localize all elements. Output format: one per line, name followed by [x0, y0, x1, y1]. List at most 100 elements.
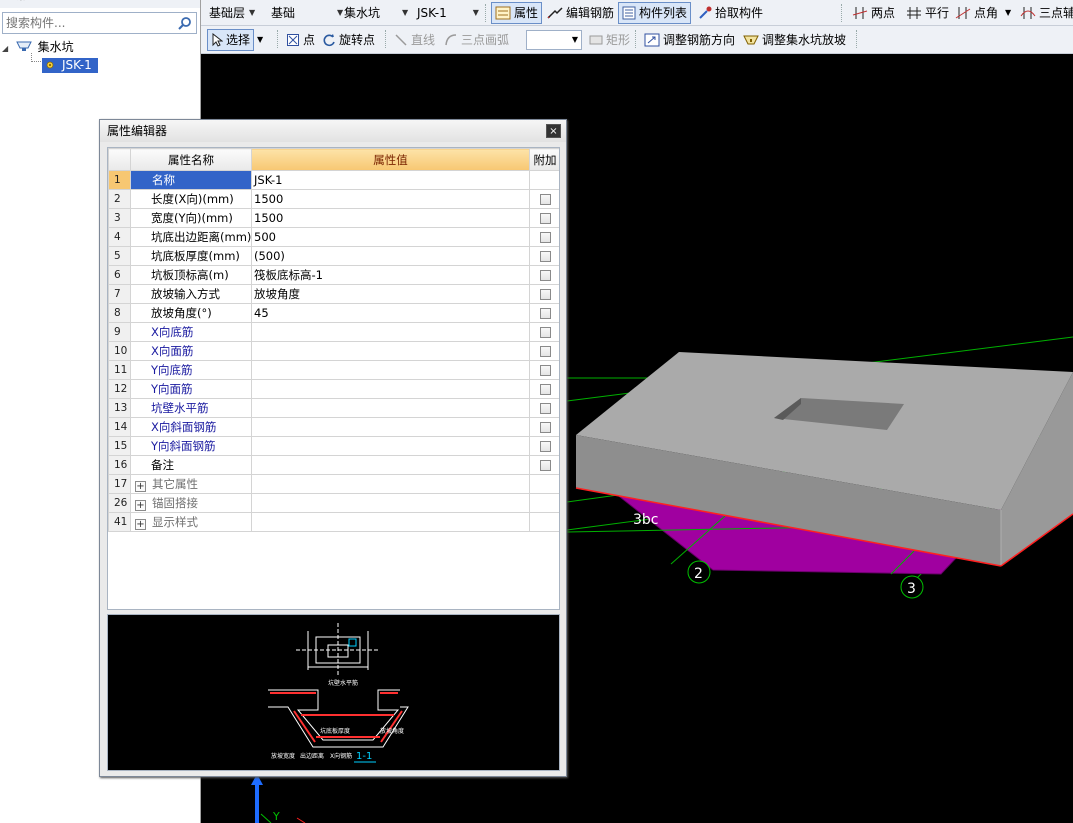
property-row[interactable]: 15 Y向斜面钢筋 — [108, 436, 559, 456]
property-name[interactable]: Y向面筋 — [130, 379, 252, 399]
floor-select[interactable]: 基础层 ▼ — [209, 0, 255, 25]
property-name[interactable]: 长度(X向)(mm) — [130, 189, 252, 209]
property-row[interactable]: 16 备注 — [108, 455, 559, 475]
search-box[interactable] — [2, 12, 197, 34]
property-value[interactable] — [251, 493, 530, 513]
select-button[interactable]: 选择 ▼ — [207, 26, 263, 53]
property-name[interactable]: Y向斜面钢筋 — [130, 436, 252, 456]
draw-mode-combo[interactable]: ▼ — [526, 26, 582, 53]
property-value[interactable]: 45 — [251, 303, 530, 323]
dialog-titlebar[interactable]: 属性编辑器 × — [100, 120, 566, 142]
property-row[interactable]: 14 X向斜面钢筋 — [108, 417, 559, 437]
property-row[interactable]: 1 名称 JSK-1 — [108, 170, 559, 190]
rectangle-button[interactable]: 矩形 — [586, 26, 633, 53]
property-row[interactable]: 6 坑板顶标高(m) 筏板底标高-1 — [108, 265, 559, 285]
extra-checkbox[interactable] — [539, 289, 551, 300]
rotate-point-button[interactable]: 旋转点 — [319, 26, 378, 53]
two-point-button[interactable]: 两点 — [849, 0, 898, 25]
property-value[interactable]: 筏板底标高-1 — [251, 265, 530, 285]
point-angle-button[interactable]: 点角 ▼ — [952, 0, 1014, 25]
property-value[interactable]: 1500 — [251, 208, 530, 228]
property-row[interactable]: 4 坑底出边距离(mm) 500 — [108, 227, 559, 247]
property-value[interactable] — [251, 455, 530, 475]
property-row[interactable]: 2 长度(X向)(mm) 1500 — [108, 189, 559, 209]
property-value[interactable]: 500 — [251, 227, 530, 247]
category-select[interactable]: 基础 ▼ — [271, 0, 343, 25]
search-icon[interactable] — [178, 16, 192, 30]
property-name[interactable]: X向底筋 — [130, 322, 252, 342]
pick-component-button[interactable]: 拾取构件 — [695, 0, 766, 25]
property-value[interactable] — [251, 322, 530, 342]
property-row[interactable]: 8 放坡角度(°) 45 — [108, 303, 559, 323]
property-name[interactable]: + 锚固搭接 — [130, 493, 252, 513]
adjust-rebar-dir-button[interactable]: 调整钢筋方向 — [641, 26, 738, 53]
property-value[interactable] — [251, 474, 530, 494]
properties-button[interactable]: 属性 — [491, 0, 543, 25]
extra-checkbox[interactable] — [539, 251, 551, 262]
property-name[interactable]: 坑底板厚度(mm) — [130, 246, 252, 266]
parallel-button[interactable]: 平行 — [903, 0, 952, 25]
expand-icon[interactable]: + — [135, 519, 146, 530]
name-column-header[interactable]: 属性名称 — [130, 148, 252, 171]
line-button[interactable]: 直线 — [391, 26, 438, 53]
property-value[interactable] — [251, 379, 530, 399]
property-value[interactable] — [251, 341, 530, 361]
property-row[interactable]: 12 Y向面筋 — [108, 379, 559, 399]
property-name[interactable]: 坑底出边距离(mm) — [130, 227, 252, 247]
extra-checkbox[interactable] — [539, 441, 551, 452]
close-button[interactable]: × — [546, 124, 561, 138]
property-row[interactable]: 13 坑壁水平筋 — [108, 398, 559, 418]
property-value[interactable]: 放坡角度 — [251, 284, 530, 304]
edit-rebar-button[interactable]: 编辑钢筋 — [544, 0, 617, 25]
property-name[interactable]: X向面筋 — [130, 341, 252, 361]
property-name[interactable]: 宽度(Y向)(mm) — [130, 208, 252, 228]
extra-checkbox[interactable] — [539, 346, 551, 357]
property-name[interactable]: 放坡角度(°) — [130, 303, 252, 323]
property-name[interactable]: 名称 — [130, 170, 252, 190]
tree-node-sump[interactable]: ◢ 集水坑 — [2, 38, 98, 56]
extra-checkbox[interactable] — [539, 422, 551, 433]
property-row[interactable]: 5 坑底板厚度(mm) (500) — [108, 246, 559, 266]
extra-checkbox[interactable] — [539, 270, 551, 281]
tree-node-jsk1[interactable]: JSK-1 — [2, 56, 98, 74]
property-row[interactable]: 26 + 锚固搭接 — [108, 493, 559, 513]
property-value[interactable] — [251, 436, 530, 456]
component-list-button[interactable]: 构件列表 — [618, 0, 692, 25]
property-row[interactable]: 10 X向面筋 — [108, 341, 559, 361]
property-value[interactable]: 1500 — [251, 189, 530, 209]
property-row[interactable]: 41 + 显示样式 — [108, 512, 559, 532]
property-name[interactable]: 备注 — [130, 455, 252, 475]
property-name[interactable]: X向斜面钢筋 — [130, 417, 252, 437]
extra-checkbox[interactable] — [539, 403, 551, 414]
new-button[interactable]: 新建 — [12, 0, 34, 2]
property-row[interactable]: 11 Y向底筋 — [108, 360, 559, 380]
expand-icon[interactable]: + — [135, 481, 146, 492]
three-point-aux-button[interactable]: 三点辅 — [1017, 0, 1073, 25]
property-value[interactable] — [251, 360, 530, 380]
expand-icon[interactable]: + — [135, 500, 146, 511]
extra-checkbox[interactable] — [539, 308, 551, 319]
property-value[interactable] — [251, 512, 530, 532]
element-select[interactable]: JSK-1 ▼ — [417, 0, 479, 25]
point-button[interactable]: 点 — [283, 26, 318, 53]
three-point-arc-button[interactable]: 三点画弧 — [441, 26, 512, 53]
property-name[interactable]: Y向底筋 — [130, 360, 252, 380]
property-name[interactable]: 放坡输入方式 — [130, 284, 252, 304]
property-name[interactable]: + 显示样式 — [130, 512, 252, 532]
chevron-down-icon[interactable]: ▼ — [1005, 8, 1011, 17]
search-input[interactable] — [3, 13, 173, 33]
extra-checkbox[interactable] — [539, 213, 551, 224]
property-value[interactable] — [251, 417, 530, 437]
extra-column-header[interactable]: 附加 — [529, 148, 559, 171]
extra-checkbox[interactable] — [539, 194, 551, 205]
property-row[interactable]: 17 + 其它属性 — [108, 474, 559, 494]
property-value[interactable]: (500) — [251, 246, 530, 266]
property-value[interactable] — [251, 398, 530, 418]
extra-checkbox[interactable] — [539, 365, 551, 376]
chevron-down-icon[interactable]: ▼ — [257, 35, 263, 44]
extra-checkbox[interactable] — [539, 460, 551, 471]
property-name[interactable]: + 其它属性 — [130, 474, 252, 494]
value-column-header[interactable]: 属性值 — [251, 148, 530, 171]
property-row[interactable]: 3 宽度(Y向)(mm) 1500 — [108, 208, 559, 228]
property-row[interactable]: 9 X向底筋 — [108, 322, 559, 342]
